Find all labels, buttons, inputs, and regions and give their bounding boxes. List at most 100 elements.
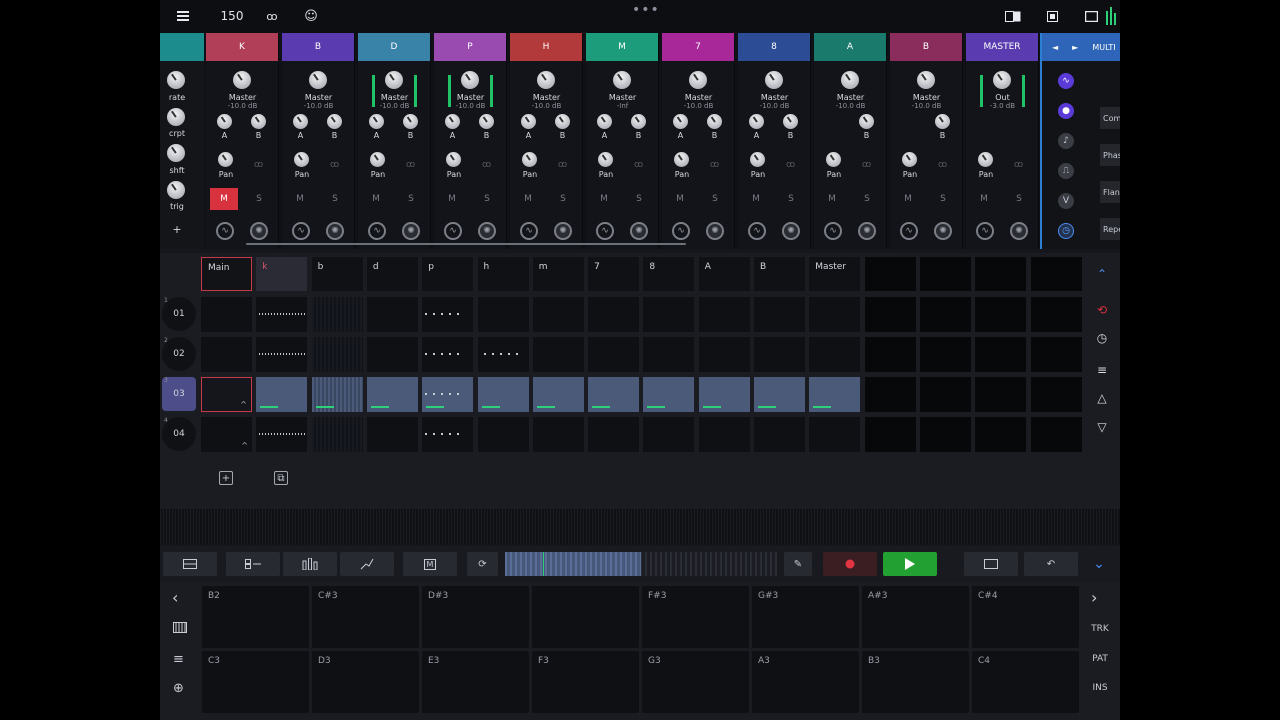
link-icon[interactable]: ꝏ bbox=[330, 160, 339, 170]
pattern-cell[interactable] bbox=[1030, 337, 1082, 372]
pattern-cell[interactable] bbox=[256, 417, 308, 452]
pattern-cell[interactable] bbox=[366, 337, 418, 372]
send-b-knob[interactable] bbox=[859, 114, 874, 129]
pan-knob[interactable] bbox=[902, 152, 917, 167]
volume-knob[interactable] bbox=[841, 71, 859, 89]
mixer-view-button[interactable] bbox=[283, 552, 337, 576]
pattern-cell[interactable] bbox=[422, 337, 474, 372]
gear-fx-icon[interactable]: ✺ bbox=[326, 222, 344, 240]
send-b-knob[interactable] bbox=[707, 114, 722, 129]
volume-knob[interactable] bbox=[233, 71, 251, 89]
channel-header[interactable]: MASTER bbox=[966, 33, 1038, 61]
sine-fx-icon[interactable]: ∿ bbox=[748, 222, 766, 240]
solo-button[interactable]: S bbox=[549, 188, 577, 210]
send-a-knob[interactable] bbox=[445, 114, 460, 129]
pattern-column-header[interactable]: A bbox=[698, 257, 750, 291]
infinity-loop-icon[interactable]: ꝏ bbox=[263, 8, 281, 24]
channel-header[interactable]: H bbox=[510, 33, 582, 61]
pattern-cell[interactable] bbox=[809, 337, 861, 372]
pattern-column-header[interactable]: k bbox=[256, 257, 308, 291]
pattern-cell[interactable] bbox=[588, 377, 640, 412]
gear-fx-icon[interactable]: ✺ bbox=[630, 222, 648, 240]
pan-knob[interactable] bbox=[218, 152, 233, 167]
solo-button[interactable]: S bbox=[245, 188, 273, 210]
channel-header[interactable]: A bbox=[814, 33, 886, 61]
pattern-cell[interactable] bbox=[809, 297, 861, 332]
mixer-scrollbar[interactable] bbox=[246, 243, 686, 245]
link-icon[interactable]: ꝏ bbox=[558, 160, 567, 170]
loop-icon[interactable]: ⟲ bbox=[1094, 303, 1110, 317]
send-b-knob[interactable] bbox=[403, 114, 418, 129]
pattern-cell[interactable] bbox=[477, 417, 529, 452]
link-icon[interactable]: ꝏ bbox=[710, 160, 719, 170]
send-b-knob[interactable] bbox=[327, 114, 342, 129]
pattern-cell[interactable] bbox=[1030, 297, 1082, 332]
pattern-cell[interactable]: ^ bbox=[201, 417, 252, 452]
pattern-cell[interactable] bbox=[532, 297, 584, 332]
pattern-cell[interactable] bbox=[256, 377, 308, 412]
pad-button[interactable]: B3 bbox=[862, 651, 969, 713]
pattern-column-header[interactable]: h bbox=[477, 257, 529, 291]
note-icon[interactable]: ♪ bbox=[1058, 133, 1074, 149]
pattern-cell[interactable] bbox=[975, 337, 1027, 372]
repeat-icon[interactable]: ⟳ bbox=[467, 552, 498, 576]
pad-button[interactable]: C4 bbox=[972, 651, 1079, 713]
add-pattern-button[interactable]: + bbox=[219, 471, 233, 485]
pattern-cell[interactable] bbox=[643, 417, 695, 452]
prev-arrow-icon[interactable]: ◄ bbox=[1052, 43, 1058, 52]
sine-fx-icon[interactable]: ∿ bbox=[672, 222, 690, 240]
pads-list-icon[interactable]: ≡ bbox=[173, 652, 184, 667]
clock-icon[interactable]: ◷ bbox=[1094, 331, 1110, 345]
volume-knob[interactable] bbox=[309, 71, 327, 89]
gear-fx-icon[interactable]: ✺ bbox=[782, 222, 800, 240]
timeline-strip[interactable] bbox=[160, 509, 1120, 545]
pattern-cell[interactable] bbox=[975, 417, 1027, 452]
pad-button[interactable]: A#3 bbox=[862, 586, 969, 648]
pattern-cell[interactable] bbox=[311, 377, 363, 412]
pattern-cell[interactable] bbox=[864, 377, 916, 412]
pad-button[interactable]: G#3 bbox=[752, 586, 859, 648]
pattern-cell[interactable] bbox=[588, 337, 640, 372]
sine-fx-icon[interactable]: ∿ bbox=[292, 222, 310, 240]
pattern-cell[interactable] bbox=[477, 337, 529, 372]
send-b-knob[interactable] bbox=[783, 114, 798, 129]
pattern-column-header[interactable] bbox=[864, 257, 916, 291]
pattern-cell[interactable] bbox=[809, 377, 861, 412]
fullscreen-icon[interactable] bbox=[1084, 8, 1098, 24]
duplicate-pattern-button[interactable]: ⧉ bbox=[274, 471, 288, 485]
solo-button[interactable]: S bbox=[625, 188, 653, 210]
pattern-cell[interactable] bbox=[1030, 377, 1082, 412]
pattern-cell[interactable] bbox=[311, 337, 363, 372]
send-a-knob[interactable] bbox=[597, 114, 612, 129]
pattern-cell[interactable] bbox=[366, 297, 418, 332]
pattern-column-header[interactable]: m bbox=[532, 257, 584, 291]
ins-button[interactable]: INS bbox=[1088, 683, 1112, 693]
trk-button[interactable]: TRK bbox=[1088, 624, 1112, 634]
sequencer-view-button[interactable] bbox=[163, 552, 217, 576]
link-icon[interactable]: ꝏ bbox=[482, 160, 491, 170]
play-button[interactable] bbox=[883, 552, 937, 576]
pad-button[interactable]: F#3 bbox=[642, 586, 749, 648]
pattern-cell[interactable] bbox=[477, 377, 529, 412]
menu-icon[interactable] bbox=[176, 8, 190, 24]
pad-button[interactable]: A3 bbox=[752, 651, 859, 713]
pad-button[interactable]: C#4 bbox=[972, 586, 1079, 648]
sine-fx-icon[interactable]: ∿ bbox=[520, 222, 538, 240]
volume-knob[interactable] bbox=[765, 71, 783, 89]
pan-knob[interactable] bbox=[598, 152, 613, 167]
channel-header[interactable]: P bbox=[434, 33, 506, 61]
fx-comp-button[interactable]: Comp bbox=[1100, 107, 1120, 129]
gear-fx-icon[interactable]: ✺ bbox=[402, 222, 420, 240]
loop-range-bar[interactable] bbox=[505, 552, 777, 576]
pattern-column-header[interactable] bbox=[919, 257, 971, 291]
pad-button[interactable]: G3 bbox=[642, 651, 749, 713]
rate-knob[interactable] bbox=[167, 71, 185, 89]
channel-header[interactable]: 7 bbox=[662, 33, 734, 61]
fx-phaser-button[interactable]: Phaser bbox=[1100, 144, 1120, 166]
pattern-cell[interactable]: ^ bbox=[201, 377, 252, 412]
pad-button[interactable]: D3 bbox=[312, 651, 419, 713]
send-a-knob[interactable] bbox=[749, 114, 764, 129]
pattern-cell[interactable] bbox=[809, 417, 861, 452]
pattern-cell[interactable] bbox=[698, 377, 750, 412]
send-b-knob[interactable] bbox=[251, 114, 266, 129]
